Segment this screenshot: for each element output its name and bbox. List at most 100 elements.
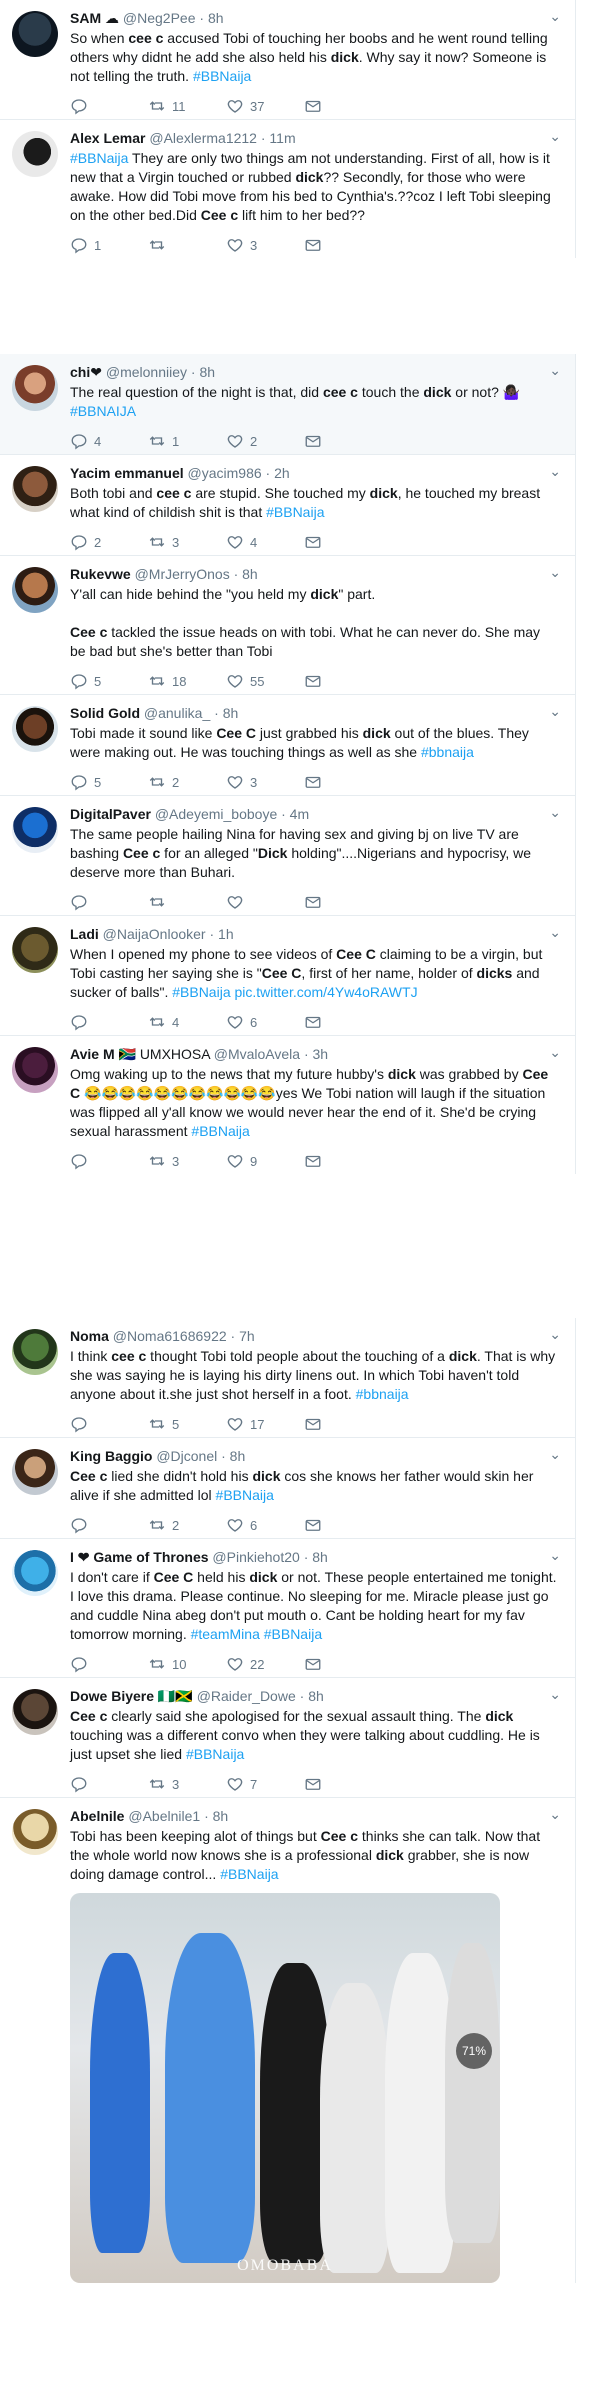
timestamp[interactable]: · 8h: [191, 364, 215, 380]
author-handle[interactable]: @Pinkiehot20: [212, 1549, 299, 1565]
reply-button[interactable]: 2: [70, 533, 148, 551]
direct-message-button[interactable]: [304, 1415, 382, 1433]
like-button[interactable]: [226, 893, 304, 911]
like-button[interactable]: 22: [226, 1655, 304, 1673]
author-handle[interactable]: @Noma61686922: [113, 1328, 227, 1344]
author-name[interactable]: DigitalPaver: [70, 806, 151, 822]
retweet-button[interactable]: 5: [148, 1415, 226, 1433]
hashtag-link[interactable]: #BBNaija: [193, 68, 251, 84]
tweet[interactable]: SAM ☁ @Neg2Pee · 8h ⌄ So when cee c accu…: [0, 0, 575, 120]
retweet-button[interactable]: 11: [148, 97, 226, 115]
tweet[interactable]: I ❤ Game of Thrones @Pinkiehot20 · 8h ⌄ …: [0, 1539, 575, 1678]
avatar[interactable]: [12, 1550, 58, 1596]
author-handle[interactable]: @MrJerryOnos: [135, 566, 230, 582]
author-name[interactable]: Noma: [70, 1328, 109, 1344]
like-button[interactable]: 4: [226, 533, 304, 551]
retweet-button[interactable]: 2: [148, 773, 226, 791]
reply-button[interactable]: [70, 1655, 148, 1673]
reply-button[interactable]: [70, 1516, 148, 1534]
reply-button[interactable]: 5: [70, 773, 148, 791]
avatar[interactable]: [12, 1449, 58, 1495]
avatar[interactable]: [12, 927, 58, 973]
chevron-down-icon[interactable]: ⌄: [549, 463, 561, 480]
hashtag-link[interactable]: #teamMina #BBNaija: [191, 1626, 323, 1642]
retweet-button[interactable]: 3: [148, 533, 226, 551]
chevron-down-icon[interactable]: ⌄: [549, 128, 561, 145]
direct-message-button[interactable]: [304, 1516, 382, 1534]
reply-button[interactable]: [70, 1013, 148, 1031]
tweet[interactable]: Solid Gold @anulika_ · 8h ⌄ Tobi made it…: [0, 695, 575, 796]
timestamp[interactable]: · 7h: [231, 1328, 255, 1344]
hashtag-link[interactable]: #BBNaija: [266, 504, 324, 520]
direct-message-button[interactable]: [304, 97, 382, 115]
reply-button[interactable]: 4: [70, 432, 148, 450]
tweet[interactable]: Rukevwe @MrJerryOnos · 8h ⌄ Y'all can hi…: [0, 556, 575, 695]
hashtag-link[interactable]: #BBNaija pic.twitter.com/4Yw4oRAWTJ: [172, 984, 417, 1000]
author-handle[interactable]: @Neg2Pee: [123, 10, 196, 26]
avatar[interactable]: [12, 1329, 58, 1375]
retweet-button[interactable]: 3: [148, 1152, 226, 1170]
hashtag-link[interactable]: #bbnaija: [356, 1386, 409, 1402]
retweet-button[interactable]: 2: [148, 1516, 226, 1534]
timestamp[interactable]: · 1h: [209, 926, 233, 942]
chevron-down-icon[interactable]: ⌄: [549, 8, 561, 25]
direct-message-button[interactable]: [304, 432, 382, 450]
timestamp[interactable]: · 4m: [281, 806, 309, 822]
author-name[interactable]: Avie M: [70, 1046, 115, 1062]
timestamp[interactable]: · 8h: [300, 1688, 324, 1704]
retweet-button[interactable]: 1: [148, 432, 226, 450]
tweet[interactable]: Dowe Biyere 🇳🇬🇯🇲 @Raider_Dowe · 8h ⌄ Cee…: [0, 1678, 575, 1798]
reply-button[interactable]: [70, 893, 148, 911]
direct-message-button[interactable]: [304, 236, 382, 254]
tweet[interactable]: King Baggio @Djconel · 8h ⌄ Cee c lied s…: [0, 1438, 575, 1539]
timestamp[interactable]: · 8h: [199, 10, 223, 26]
author-handle[interactable]: @yacim986: [188, 465, 262, 481]
timestamp[interactable]: · 8h: [304, 1549, 328, 1565]
chevron-down-icon[interactable]: ⌄: [549, 1806, 561, 1823]
author-name[interactable]: Yacim emmanuel: [70, 465, 184, 481]
avatar[interactable]: [12, 466, 58, 512]
author-handle[interactable]: @Abelnile1: [128, 1808, 200, 1824]
author-handle[interactable]: @Alexlerma1212: [149, 130, 257, 146]
tweet[interactable]: Noma @Noma61686922 · 7h ⌄ I think cee c …: [0, 1318, 575, 1438]
author-handle[interactable]: @NaijaOnlooker: [103, 926, 206, 942]
hashtag-link[interactable]: #bbnaija: [421, 744, 474, 760]
like-button[interactable]: 55: [226, 672, 304, 690]
timestamp[interactable]: · 8h: [214, 705, 238, 721]
tweet-photo[interactable]: 71% OMOBABA: [70, 1893, 500, 2283]
like-button[interactable]: 9: [226, 1152, 304, 1170]
timestamp[interactable]: · 8h: [234, 566, 258, 582]
author-handle[interactable]: @melonniiey: [106, 364, 187, 380]
like-button[interactable]: 37: [226, 97, 304, 115]
tweet[interactable]: Yacim emmanuel @yacim986 · 2h ⌄ Both tob…: [0, 455, 575, 556]
chevron-down-icon[interactable]: ⌄: [549, 1686, 561, 1703]
like-button[interactable]: 2: [226, 432, 304, 450]
timestamp[interactable]: · 3h: [304, 1046, 328, 1062]
chevron-down-icon[interactable]: ⌄: [549, 703, 561, 720]
author-name[interactable]: Alex Lemar: [70, 130, 145, 146]
retweet-button[interactable]: 18: [148, 672, 226, 690]
reply-button[interactable]: 1: [70, 236, 148, 254]
timestamp[interactable]: · 8h: [204, 1808, 228, 1824]
avatar[interactable]: [12, 131, 58, 177]
author-name[interactable]: chi: [70, 364, 90, 380]
like-button[interactable]: 3: [226, 236, 304, 254]
hashtag-link[interactable]: #BBNaija: [216, 1487, 274, 1503]
retweet-button[interactable]: 4: [148, 1013, 226, 1031]
direct-message-button[interactable]: [304, 1013, 382, 1031]
chevron-down-icon[interactable]: ⌄: [549, 1326, 561, 1343]
author-handle[interactable]: @Adeyemi_boboye: [155, 806, 277, 822]
timestamp[interactable]: · 11m: [261, 130, 296, 146]
reply-button[interactable]: [70, 97, 148, 115]
reply-button[interactable]: 5: [70, 672, 148, 690]
hashtag-link[interactable]: #BBNaija: [70, 150, 128, 166]
avatar[interactable]: [12, 807, 58, 853]
reply-button[interactable]: [70, 1415, 148, 1433]
avatar[interactable]: [12, 11, 58, 57]
tweet[interactable]: Ladi @NaijaOnlooker · 1h ⌄ When I opened…: [0, 916, 575, 1036]
chevron-down-icon[interactable]: ⌄: [549, 1044, 561, 1061]
direct-message-button[interactable]: [304, 1775, 382, 1793]
author-name[interactable]: I ❤ Game of Thrones: [70, 1549, 209, 1565]
tweet[interactable]: Abelnile @Abelnile1 · 8h ⌄ Tobi has been…: [0, 1798, 575, 2283]
author-name[interactable]: Solid Gold: [70, 705, 140, 721]
